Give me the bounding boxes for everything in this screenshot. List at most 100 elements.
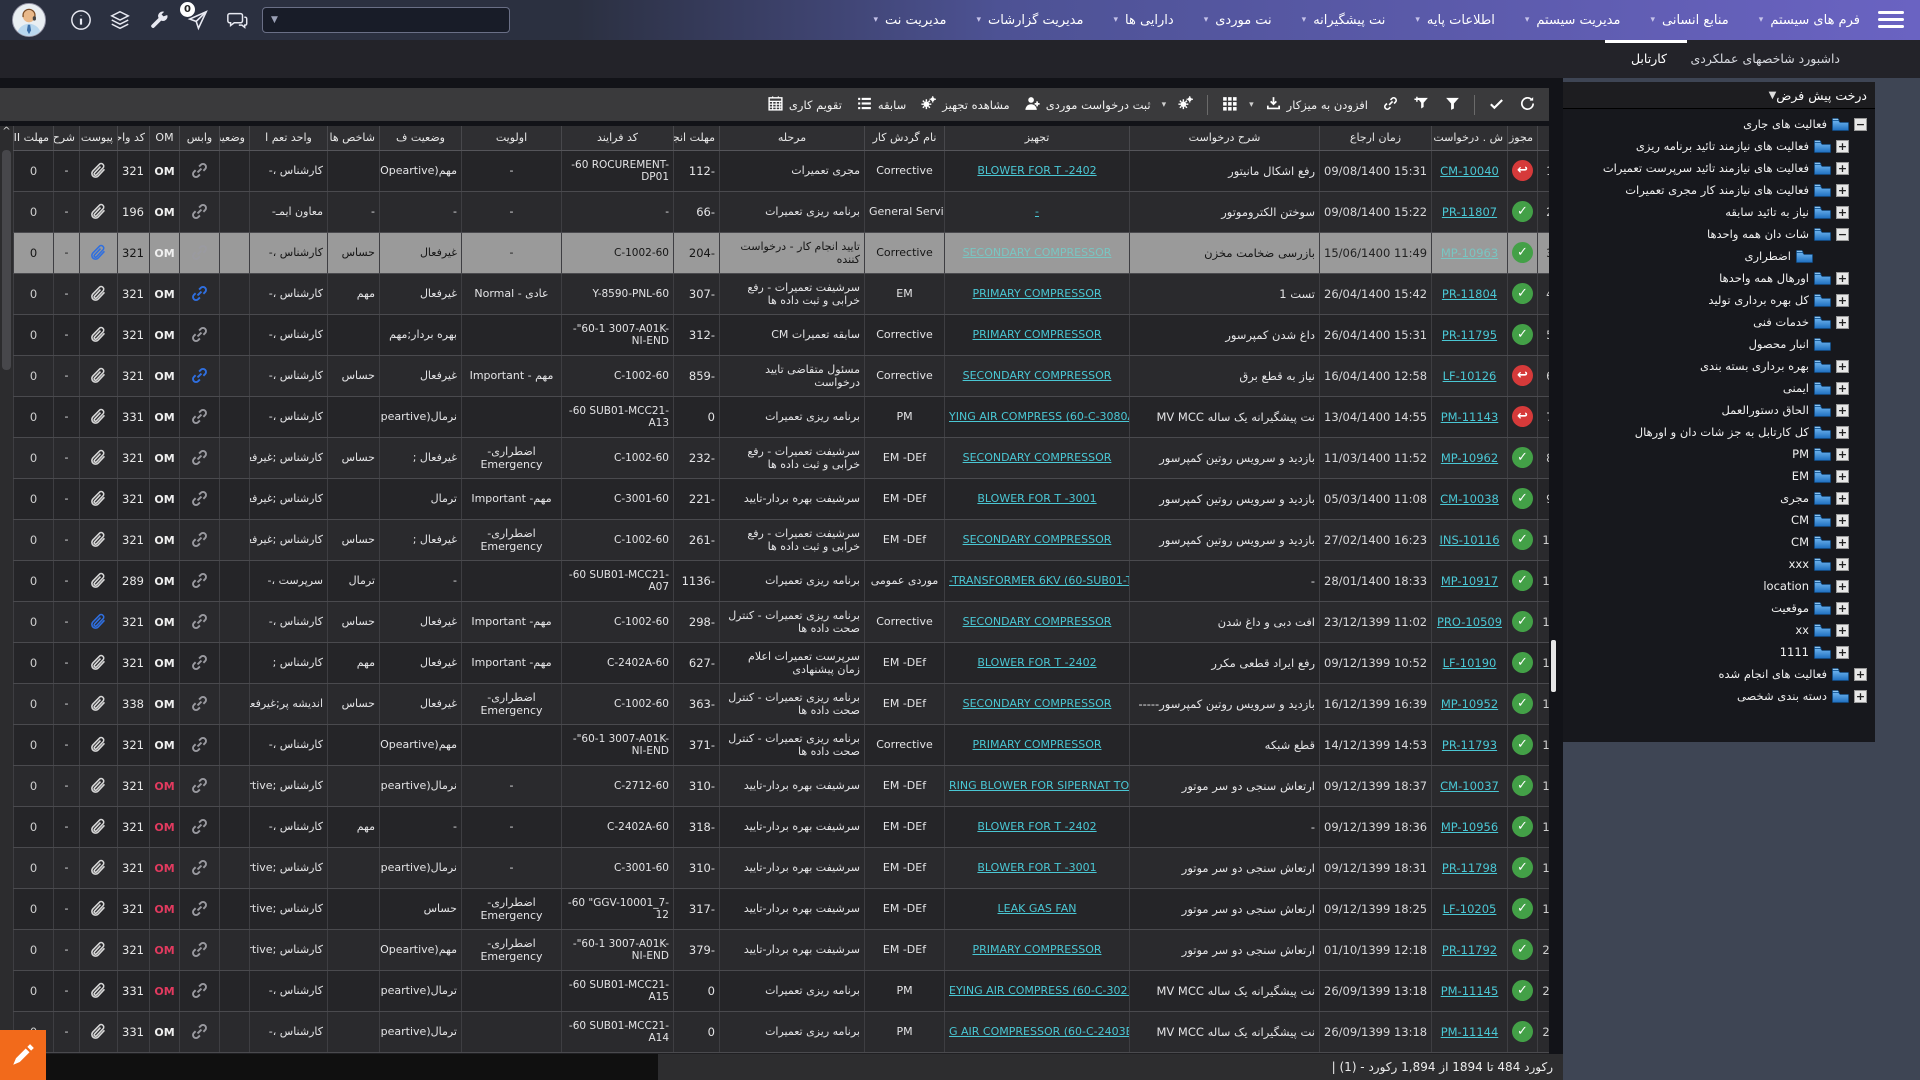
request-number-link[interactable]: PRO-10509 xyxy=(1437,615,1502,629)
menu-item-6[interactable]: نت موردی▾ xyxy=(1204,13,1272,28)
paperclip-icon[interactable] xyxy=(89,573,108,587)
request-number-link[interactable]: PM-11144 xyxy=(1441,1025,1499,1039)
column-header[interactable]: مهلت II xyxy=(14,126,54,150)
equipment-link[interactable]: G AIR COMPRESSOR (60-C-2403B-M01) xyxy=(949,1025,1130,1038)
tree-node[interactable]: +خدمات فنی xyxy=(1563,311,1875,333)
paperclip-icon[interactable] xyxy=(89,860,108,874)
table-row[interactable]: 21✓PM-1114526/09/1399 13:18نت پیشگیرانه … xyxy=(14,970,1550,1011)
tree-node[interactable]: −شات دان همه واحدها xyxy=(1563,223,1875,245)
menu-item-4[interactable]: اطلاعات پایه▾ xyxy=(1415,13,1495,28)
tree-node[interactable]: +موقعیت xyxy=(1563,597,1875,619)
expand-icon[interactable]: + xyxy=(1836,492,1849,505)
request-number-link[interactable]: INS-10116 xyxy=(1439,533,1499,547)
expand-icon[interactable]: + xyxy=(1836,646,1849,659)
column-header[interactable]: وضعیت ف xyxy=(380,126,462,150)
chain-icon[interactable] xyxy=(190,1024,209,1038)
chain-icon[interactable] xyxy=(190,737,209,751)
request-number-link[interactable]: CM-10037 xyxy=(1440,779,1499,793)
table-row[interactable]: 7↩PM-1114313/04/1400 14:55نت پیشگیرانه ی… xyxy=(14,396,1550,437)
table-row[interactable]: 18✓PR-1179809/12/1399 18:31ارتعاش سنجی د… xyxy=(14,847,1550,888)
chain-icon[interactable] xyxy=(190,491,209,505)
tree-node[interactable]: +ایمنی xyxy=(1563,377,1875,399)
table-row[interactable]: 3✓MP-1096315/06/1400 11:49بازرسی ضخامت م… xyxy=(14,232,1550,273)
chain-icon[interactable] xyxy=(190,983,209,997)
collapse-icon[interactable]: − xyxy=(1836,228,1849,241)
toolbar-dropdown-icon[interactable]: ▾ xyxy=(1247,100,1256,110)
tree-node[interactable]: اضطراری xyxy=(1563,245,1875,267)
paperclip-icon[interactable] xyxy=(89,286,108,300)
layers-icon[interactable] xyxy=(109,9,131,31)
equipment-link[interactable]: SECONDARY COMPRESSOR xyxy=(963,615,1112,628)
equipment-link[interactable]: SECONDARY COMPRESSOR xyxy=(963,451,1112,464)
toolbar-person-plus-button[interactable]: ثبت درخواست موردی xyxy=(1019,92,1156,118)
column-header[interactable]: تجهیز xyxy=(945,126,1130,150)
paperclip-icon[interactable] xyxy=(89,450,108,464)
request-number-link[interactable]: PR-11793 xyxy=(1442,738,1497,752)
tree-node[interactable]: +CM xyxy=(1563,509,1875,531)
paperclip-icon[interactable] xyxy=(89,819,108,833)
column-header[interactable]: وضعیت ا xyxy=(220,126,250,150)
menu-item-7[interactable]: دارایی ها▾ xyxy=(1113,13,1173,28)
tree-node[interactable]: +EM xyxy=(1563,465,1875,487)
table-row[interactable]: 11✓MP-1091728/01/1400 18:33--TRANSFORMER… xyxy=(14,560,1550,601)
column-header[interactable]: نام گردش کار xyxy=(865,126,945,150)
toolbar-link-button[interactable] xyxy=(1377,92,1404,118)
tree-node[interactable]: +فعالیت های نیازمند تائید برنامه ریزی xyxy=(1563,135,1875,157)
chain-icon[interactable] xyxy=(190,163,209,177)
column-header[interactable]: واحد تعم ا xyxy=(250,126,328,150)
paperclip-icon[interactable] xyxy=(89,532,108,546)
tree-node[interactable]: +فعالیت های نیازمند تائید سرپرست تعمیرات xyxy=(1563,157,1875,179)
expand-icon[interactable]: + xyxy=(1836,206,1849,219)
toolbar-grid-button[interactable] xyxy=(1216,92,1243,118)
expand-icon[interactable]: + xyxy=(1836,316,1849,329)
column-header[interactable]: شرح تعمی xyxy=(54,126,80,150)
request-number-link[interactable]: MP-10917 xyxy=(1441,574,1498,588)
column-header[interactable]: OM xyxy=(150,126,180,150)
equipment-link[interactable]: SECONDARY COMPRESSOR xyxy=(963,369,1112,382)
expand-icon[interactable]: + xyxy=(1854,668,1867,681)
expand-icon[interactable]: + xyxy=(1836,382,1849,395)
paperclip-icon[interactable] xyxy=(89,942,108,956)
tree-node[interactable]: +1111 xyxy=(1563,641,1875,663)
tree-node[interactable]: +CM xyxy=(1563,531,1875,553)
request-number-link[interactable]: CM-10040 xyxy=(1440,164,1499,178)
info-icon[interactable] xyxy=(70,9,92,31)
chain-icon[interactable] xyxy=(190,860,209,874)
column-header[interactable]: مرحله xyxy=(720,126,865,150)
expand-icon[interactable]: + xyxy=(1836,140,1849,153)
toolbar-gears-button[interactable] xyxy=(1172,92,1199,118)
quick-tool-button[interactable] xyxy=(0,1030,46,1080)
equipment-link[interactable]: SECONDARY COMPRESSOR xyxy=(963,697,1112,710)
toolbar-check-button[interactable] xyxy=(1483,92,1510,118)
paperclip-icon[interactable] xyxy=(89,614,108,628)
tree-node[interactable]: +الحاق دستورالعمل xyxy=(1563,399,1875,421)
request-number-link[interactable]: CM-10038 xyxy=(1440,492,1499,506)
table-row[interactable]: 4✓PR-1180426/04/1400 15:42تست 1PRIMARY C… xyxy=(14,273,1550,314)
equipment-link[interactable]: - xyxy=(1035,205,1039,218)
tree-node[interactable]: +location xyxy=(1563,575,1875,597)
toolbar-download-button[interactable]: افزودن به میزکار xyxy=(1260,92,1373,118)
tree-node[interactable]: +فعالیت های نیازمند کار مجری تعمیرات xyxy=(1563,179,1875,201)
toolbar-dropdown-icon[interactable]: ▾ xyxy=(1160,100,1169,110)
paperclip-icon[interactable] xyxy=(89,901,108,915)
tree-node[interactable]: +کل کارتابل به جز شات دان و اورهال xyxy=(1563,421,1875,443)
table-row[interactable]: 17✓MP-1095609/12/1399 18:36-BLOWER FOR T… xyxy=(14,806,1550,847)
expand-icon[interactable]: + xyxy=(1836,272,1849,285)
equipment-link[interactable]: BLOWER FOR T -2402 xyxy=(977,164,1096,177)
request-number-link[interactable]: LF-10205 xyxy=(1443,902,1497,916)
equipment-link[interactable]: PRIMARY COMPRESSOR xyxy=(972,328,1101,341)
chain-icon[interactable] xyxy=(190,655,209,669)
equipment-link[interactable]: EYING AIR COMPRESS (60-C-3021-M01) xyxy=(949,984,1130,997)
chain-icon[interactable] xyxy=(190,409,209,423)
column-header[interactable]: پیوست xyxy=(80,126,118,150)
tree-node[interactable]: −فعالیت های جاری xyxy=(1563,113,1875,135)
search-input[interactable] xyxy=(278,13,509,27)
expand-icon[interactable]: + xyxy=(1836,448,1849,461)
expand-icon[interactable]: + xyxy=(1836,294,1849,307)
toolbar-calendar-button[interactable]: تقویم کاری xyxy=(762,92,847,118)
table-row[interactable]: 1↩CM-1004009/08/1400 15:31رفع اشکال مانی… xyxy=(14,150,1550,191)
toolbar-funnel-button[interactable] xyxy=(1439,92,1466,118)
menu-item-9[interactable]: مدیریت نت▾ xyxy=(873,13,946,28)
column-header[interactable]: شرح درخواست xyxy=(1130,126,1320,150)
wrench-icon[interactable] xyxy=(148,9,170,31)
